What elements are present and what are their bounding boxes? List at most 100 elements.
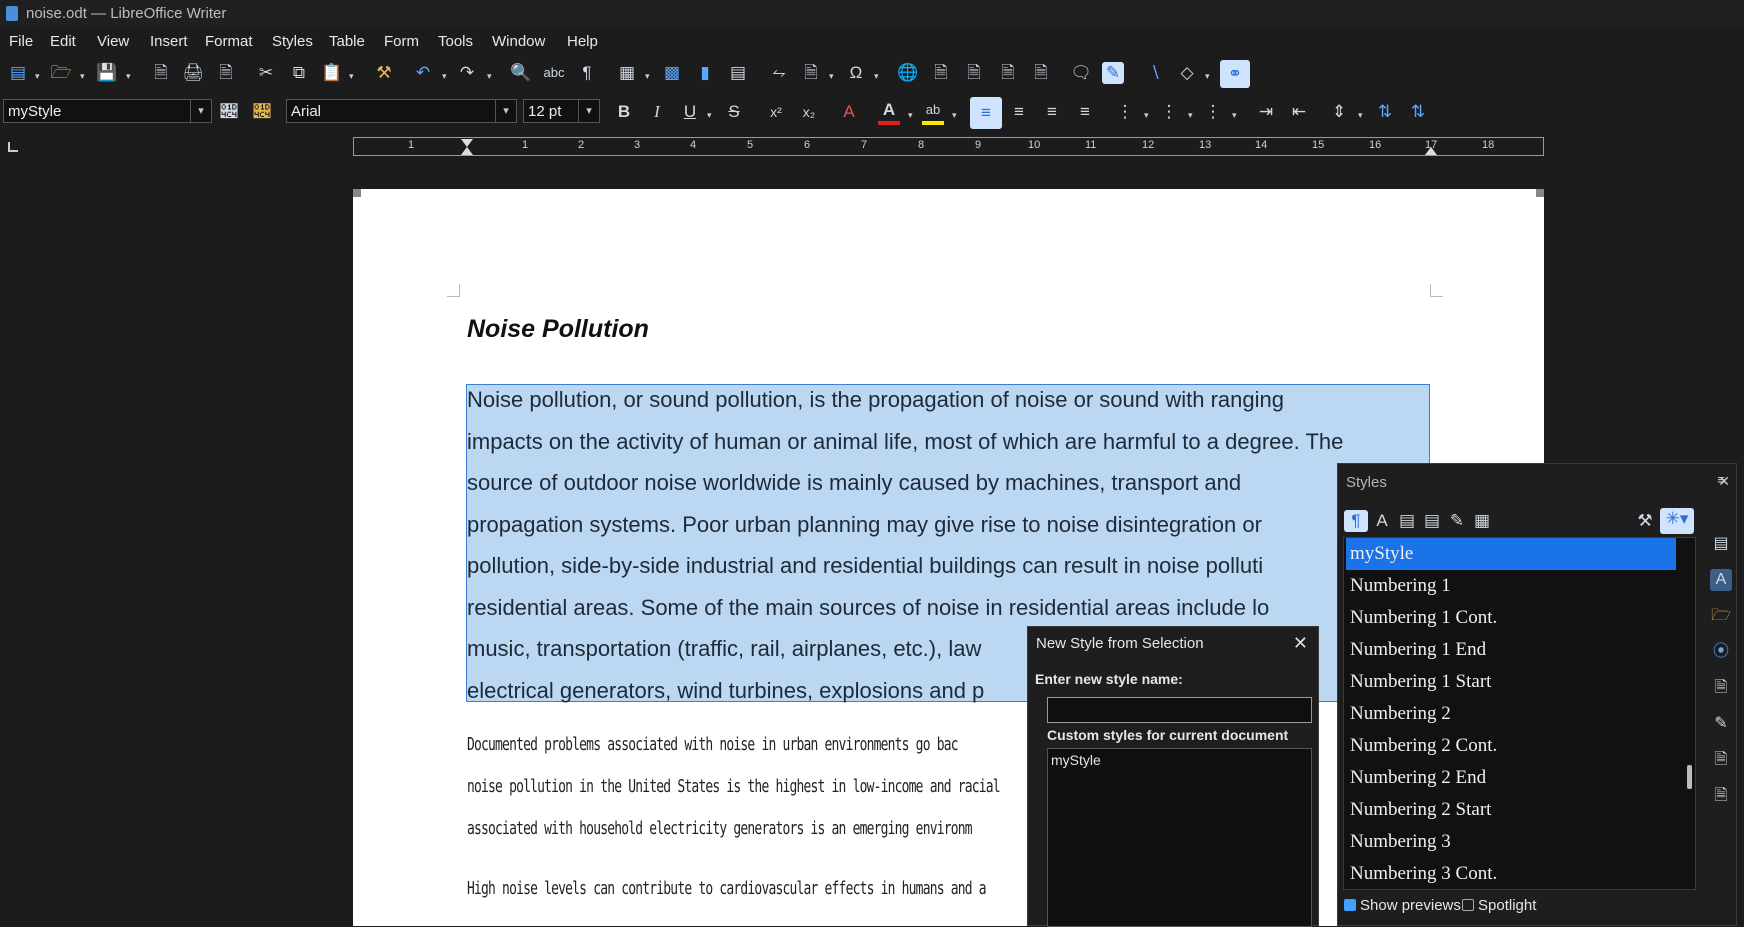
menu-tools[interactable]: Tools [438, 33, 473, 50]
font-name-combo[interactable]: Arial ▾ [286, 99, 517, 123]
styles-scrollbar-thumb[interactable] [1687, 765, 1692, 789]
copy-icon[interactable]: ⧉ [288, 62, 310, 84]
style-item[interactable]: Numbering 1 Start [1346, 666, 1676, 698]
style-item[interactable]: Numbering 2 [1346, 698, 1676, 730]
chevron-down-icon[interactable]: ▾ [578, 100, 599, 122]
cross-reference-icon[interactable]: 🗎 [1030, 62, 1052, 84]
menu-form[interactable]: Form [384, 33, 419, 50]
increase-indent-icon[interactable]: ⇥ [1255, 101, 1277, 123]
font-color-dropdown-icon[interactable]: ▾ [908, 111, 916, 120]
design-icon[interactable]: 🗎 [1710, 785, 1732, 807]
first-line-indent-marker[interactable] [461, 139, 473, 147]
undo-dropdown-icon[interactable]: ▾ [442, 72, 450, 81]
strikethrough-icon[interactable]: S [723, 101, 745, 123]
paragraph-style-combo[interactable]: myStyle ▾ [3, 99, 212, 123]
menu-view[interactable]: View [97, 33, 129, 50]
style-item[interactable]: Numbering 3 Cont. [1346, 858, 1676, 889]
tab-stop-selector[interactable] [8, 142, 18, 152]
menu-table[interactable]: Table [329, 33, 365, 50]
undo-icon[interactable]: ↶ [412, 62, 434, 84]
update-style-icon[interactable]: 𝓄 [218, 101, 240, 123]
shapes-dropdown-icon[interactable]: ▾ [1205, 72, 1213, 81]
style-item[interactable]: Numbering 2 Start [1346, 794, 1676, 826]
style-item[interactable]: Numbering 1 Cont. [1346, 602, 1676, 634]
style-name-input[interactable] [1047, 697, 1312, 723]
menu-insert[interactable]: Insert [150, 33, 188, 50]
footnote-icon[interactable]: 🗎 [930, 62, 952, 84]
comment-icon[interactable]: 🗨 [1070, 62, 1092, 84]
align-left-icon[interactable]: ≡ [970, 97, 1002, 129]
endnote-icon[interactable]: 🗎 [963, 62, 985, 84]
spelling-icon[interactable]: abc [543, 62, 565, 84]
line-spacing-icon[interactable]: ⇕ [1328, 101, 1350, 123]
track-changes-icon[interactable]: ✎ [1102, 62, 1124, 84]
line-spacing-dropdown-icon[interactable]: ▾ [1358, 111, 1366, 120]
frame-styles-icon[interactable]: ▤ [1396, 510, 1418, 532]
outline-dropdown-icon[interactable]: ▾ [1232, 111, 1240, 120]
redo-dropdown-icon[interactable]: ▾ [487, 72, 495, 81]
menu-styles[interactable]: Styles [272, 33, 313, 50]
font-color-icon[interactable]: A [878, 99, 900, 121]
character-styles-icon[interactable]: A [1371, 510, 1393, 532]
insert-image-icon[interactable]: ▩ [661, 62, 683, 84]
ordered-list-icon[interactable]: ⋮ [1158, 101, 1180, 123]
new-document-icon[interactable]: ▤ [7, 62, 29, 84]
insert-page-break-icon[interactable]: ⥊ [768, 62, 790, 84]
insert-textbox-icon[interactable]: ▤ [727, 62, 749, 84]
properties-icon[interactable]: ▤ [1710, 533, 1732, 555]
paragraph-styles-icon[interactable]: ¶ [1344, 510, 1368, 532]
style-inspector-icon[interactable]: ✎ [1710, 713, 1732, 735]
styles-list[interactable]: myStyle Numbering 1 Numbering 1 Cont. Nu… [1343, 537, 1696, 890]
underline-dropdown-icon[interactable]: ▾ [707, 111, 715, 120]
custom-styles-list[interactable]: myStyle [1047, 748, 1312, 927]
new-style-icon[interactable]: 𝓄 [251, 101, 273, 123]
justify-icon[interactable]: ≡ [1074, 101, 1096, 123]
export-pdf-icon[interactable]: 🗎 [150, 62, 172, 84]
menu-window[interactable]: Window [492, 33, 545, 50]
chevron-down-icon[interactable]: ▾ [495, 100, 516, 122]
document-heading[interactable]: Noise Pollution [467, 315, 649, 344]
chevron-down-icon[interactable]: ▾ [190, 100, 211, 122]
redo-icon[interactable]: ↷ [456, 62, 478, 84]
find-replace-icon[interactable]: 🔍 [510, 62, 532, 84]
underline-icon[interactable]: U [679, 101, 701, 123]
horizontal-ruler[interactable]: 1 1 2 3 4 5 6 7 8 9 10 11 12 13 14 15 16… [353, 137, 1544, 156]
sidebar-menu-icon[interactable]: ≡ [1710, 469, 1732, 491]
basic-shapes-icon[interactable]: ◇ [1176, 62, 1198, 84]
draw-functions-icon[interactable]: ⚭ [1220, 60, 1250, 88]
special-character-icon[interactable]: Ω [845, 62, 867, 84]
menu-help[interactable]: Help [567, 33, 598, 50]
gallery-icon[interactable]: 🗁 [1710, 605, 1732, 627]
highlight-color-icon[interactable]: ab [922, 99, 944, 121]
page-icon[interactable]: 🗎 [1710, 677, 1732, 699]
unordered-list-icon[interactable]: ⋮ [1114, 101, 1136, 123]
menu-edit[interactable]: Edit [50, 33, 76, 50]
save-icon[interactable]: 💾 [96, 62, 118, 84]
list-styles-icon[interactable]: ✎ [1446, 510, 1468, 532]
table-dropdown-icon[interactable]: ▾ [645, 72, 653, 81]
style-item[interactable]: Numbering 2 End [1346, 762, 1676, 794]
align-center-icon[interactable]: ≡ [1008, 101, 1030, 123]
new-dropdown-icon[interactable]: ▾ [35, 72, 43, 81]
print-preview-icon[interactable]: 🗎 [215, 62, 237, 84]
highlight-dropdown-icon[interactable]: ▾ [952, 111, 960, 120]
subscript-icon[interactable]: x₂ [798, 101, 820, 123]
unordered-list-dropdown-icon[interactable]: ▾ [1144, 111, 1152, 120]
table-styles-icon[interactable]: ▦ [1471, 510, 1493, 532]
paste-dropdown-icon[interactable]: ▾ [349, 72, 357, 81]
style-actions-icon[interactable]: ✳▾ [1660, 508, 1694, 534]
open-folder-icon[interactable]: 🗁 [50, 62, 72, 84]
left-indent-marker[interactable] [461, 147, 473, 155]
decrease-paragraph-spacing-icon[interactable]: ⇅ [1407, 101, 1429, 123]
page-styles-icon[interactable]: ▤ [1421, 510, 1443, 532]
style-item[interactable]: Numbering 3 [1346, 826, 1676, 858]
insert-table-icon[interactable]: ▦ [616, 62, 638, 84]
save-dropdown-icon[interactable]: ▾ [126, 72, 134, 81]
insert-field-icon[interactable]: 🗎 [800, 62, 822, 84]
cut-icon[interactable]: ✂ [255, 62, 277, 84]
italic-icon[interactable]: I [646, 101, 668, 123]
spotlight-checkbox[interactable] [1462, 899, 1474, 911]
style-item[interactable]: Numbering 1 [1346, 570, 1676, 602]
style-item[interactable]: Numbering 2 Cont. [1346, 730, 1676, 762]
manage-changes-icon[interactable]: 🗎 [1710, 749, 1732, 771]
